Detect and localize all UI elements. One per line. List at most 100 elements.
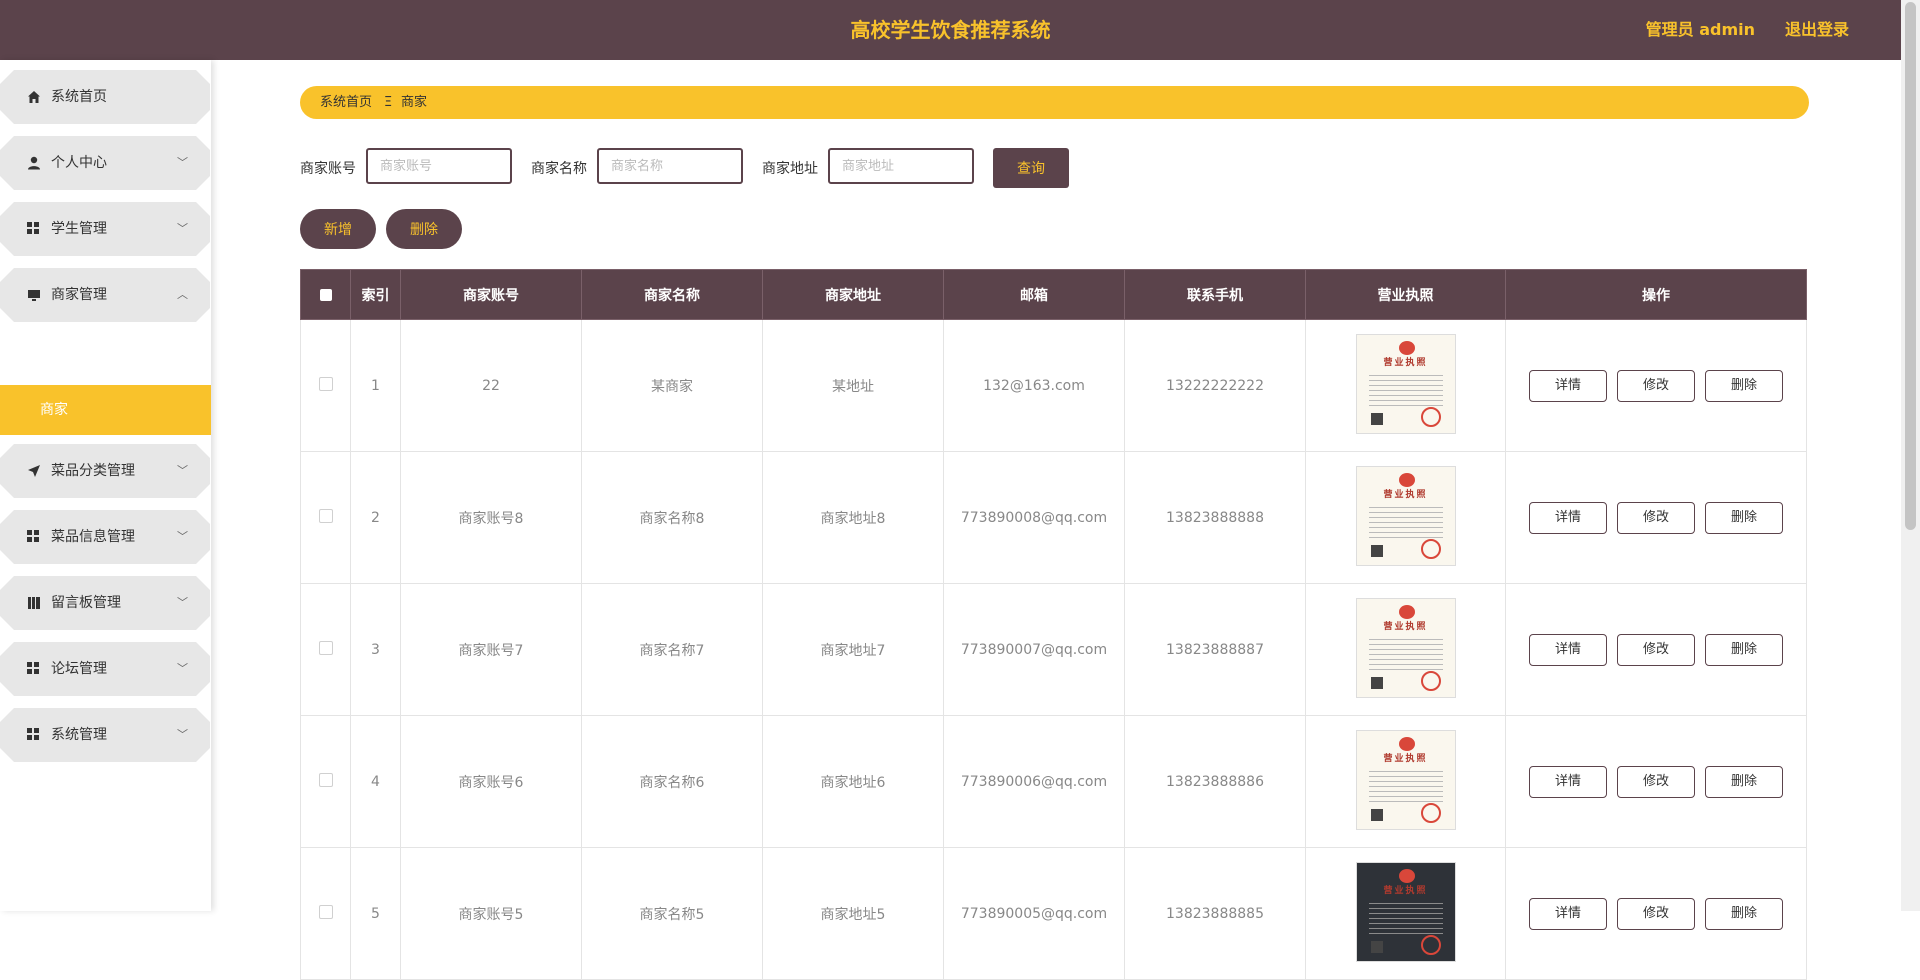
cell-address: 商家地址8 (762, 451, 944, 584)
cell-email: 132@163.com (943, 319, 1125, 452)
business-license-image[interactable]: 营业执照 (1355, 861, 1456, 962)
admin-label: 管理员 admin (1645, 20, 1755, 39)
bulk-delete-button[interactable]: 删除 (386, 209, 462, 249)
detail-button[interactable]: 详情 (1529, 765, 1607, 798)
edit-button[interactable]: 修改 (1617, 765, 1695, 798)
cell-account: 商家账号6 (400, 715, 582, 848)
cell-email: 773890007@qq.com (943, 583, 1125, 716)
column-header: 营业执照 (1305, 269, 1506, 320)
cell-name: 商家名称6 (581, 715, 763, 848)
sidebar-item-label: 商家管理 (51, 287, 107, 303)
select-all-checkbox[interactable] (319, 288, 332, 301)
sidebar-item-profile[interactable]: 个人中心 ﹀ (0, 136, 210, 190)
detail-button[interactable]: 详情 (1529, 897, 1607, 930)
chevron-down-icon: ﹀ (177, 728, 188, 741)
business-license-image[interactable]: 营业执照 (1355, 597, 1456, 698)
emblem-icon (1398, 472, 1415, 487)
sidebar-item-label: 系统管理 (51, 727, 107, 743)
add-button[interactable]: 新增 (300, 209, 376, 249)
row-checkbox[interactable] (318, 640, 333, 655)
detail-button[interactable]: 详情 (1529, 369, 1607, 402)
account-search-input[interactable] (366, 148, 512, 184)
column-header: 商家名称 (581, 269, 763, 320)
detail-button[interactable]: 详情 (1529, 633, 1607, 666)
row-checkbox[interactable] (318, 904, 333, 919)
business-license-image[interactable]: 营业执照 (1355, 465, 1456, 566)
search-button[interactable]: 查询 (993, 148, 1069, 188)
edit-button[interactable]: 修改 (1617, 501, 1695, 534)
scrollbar-thumb[interactable] (1905, 2, 1916, 530)
breadcrumb-home[interactable]: 系统首页 (320, 86, 372, 119)
emblem-icon (1398, 340, 1415, 355)
sidebar-item-merchants[interactable]: 商家管理 ︿ (0, 268, 210, 322)
sidebar-subitem-merchant[interactable]: 商家 (0, 385, 211, 435)
cell-index: 1 (350, 319, 401, 452)
sidebar-item-forum[interactable]: 论坛管理 ﹀ (0, 642, 210, 696)
chevron-down-icon: ﹀ (177, 530, 188, 543)
table-row: 2 商家账号8 商家名称8 商家地址8 773890008@qq.com 138… (300, 451, 1807, 584)
column-header: 索引 (350, 269, 401, 320)
business-license-image[interactable]: 营业执照 (1355, 333, 1456, 434)
table-row: 4 商家账号6 商家名称6 商家地址6 773890006@qq.com 138… (300, 715, 1807, 848)
send-icon (27, 464, 41, 478)
cell-name: 商家名称8 (581, 451, 763, 584)
delete-button[interactable]: 删除 (1705, 633, 1783, 666)
qr-code-icon (1370, 940, 1383, 953)
edit-button[interactable]: 修改 (1617, 369, 1695, 402)
delete-button[interactable]: 删除 (1705, 369, 1783, 402)
delete-button[interactable]: 删除 (1705, 501, 1783, 534)
sidebar-item-label: 系统首页 (51, 89, 107, 105)
name-filter-label: 商家名称 (531, 161, 587, 177)
select-all-header[interactable] (300, 269, 351, 320)
sidebar-item-dish-categories[interactable]: 菜品分类管理 ﹀ (0, 444, 210, 498)
breadcrumb-current: 商家 (401, 95, 428, 110)
cell-address: 商家地址6 (762, 715, 944, 848)
seal-icon (1420, 406, 1441, 427)
edit-button[interactable]: 修改 (1617, 633, 1695, 666)
cell-account: 22 (400, 319, 582, 452)
license-title: 营业执照 (1383, 357, 1428, 368)
cell-address: 商家地址7 (762, 583, 944, 716)
emblem-icon (1398, 868, 1415, 883)
sidebar-item-dish-info[interactable]: 菜品信息管理 ﹀ (0, 510, 210, 564)
logout-link[interactable]: 退出登录 (1785, 0, 1849, 60)
business-license-image[interactable]: 营业执照 (1355, 729, 1456, 830)
license-title: 营业执照 (1383, 621, 1428, 632)
qr-code-icon (1370, 412, 1383, 425)
grid-icon (27, 662, 41, 676)
breadcrumb-separator-icon: Ξ (384, 95, 393, 110)
sidebar-item-messages[interactable]: 留言板管理 ﹀ (0, 576, 210, 630)
cell-name: 商家名称5 (581, 847, 763, 980)
row-checkbox[interactable] (318, 376, 333, 391)
detail-button[interactable]: 详情 (1529, 501, 1607, 534)
sidebar-subitem-label: 商家 (40, 402, 68, 418)
chevron-up-icon: ︿ (177, 288, 188, 301)
sidebar-item-students[interactable]: 学生管理 ﹀ (0, 202, 210, 256)
cell-phone: 13823888886 (1124, 715, 1306, 848)
name-search-input[interactable] (597, 148, 743, 184)
cell-phone: 13222222222 (1124, 319, 1306, 452)
sidebar-item-home[interactable]: 系统首页 (0, 70, 210, 124)
account-filter-label: 商家账号 (300, 161, 356, 177)
qr-code-icon (1370, 676, 1383, 689)
emblem-icon (1398, 604, 1415, 619)
chevron-down-icon: ﹀ (177, 156, 188, 169)
home-icon (27, 90, 41, 104)
address-filter-label: 商家地址 (762, 161, 818, 177)
sidebar-item-label: 个人中心 (51, 155, 107, 171)
qr-code-icon (1370, 544, 1383, 557)
address-search-input[interactable] (828, 148, 974, 184)
row-checkbox[interactable] (318, 772, 333, 787)
column-header: 操作 (1505, 269, 1807, 320)
cell-email: 773890008@qq.com (943, 451, 1125, 584)
cell-account: 商家账号7 (400, 583, 582, 716)
edit-button[interactable]: 修改 (1617, 897, 1695, 930)
sidebar-item-system[interactable]: 系统管理 ﹀ (0, 708, 210, 762)
sidebar-item-label: 留言板管理 (51, 595, 121, 611)
delete-button[interactable]: 删除 (1705, 897, 1783, 930)
delete-button[interactable]: 删除 (1705, 765, 1783, 798)
sidebar-item-label: 菜品信息管理 (51, 529, 135, 545)
qr-code-icon (1370, 808, 1383, 821)
page-scrollbar[interactable] (1901, 0, 1920, 911)
row-checkbox[interactable] (318, 508, 333, 523)
